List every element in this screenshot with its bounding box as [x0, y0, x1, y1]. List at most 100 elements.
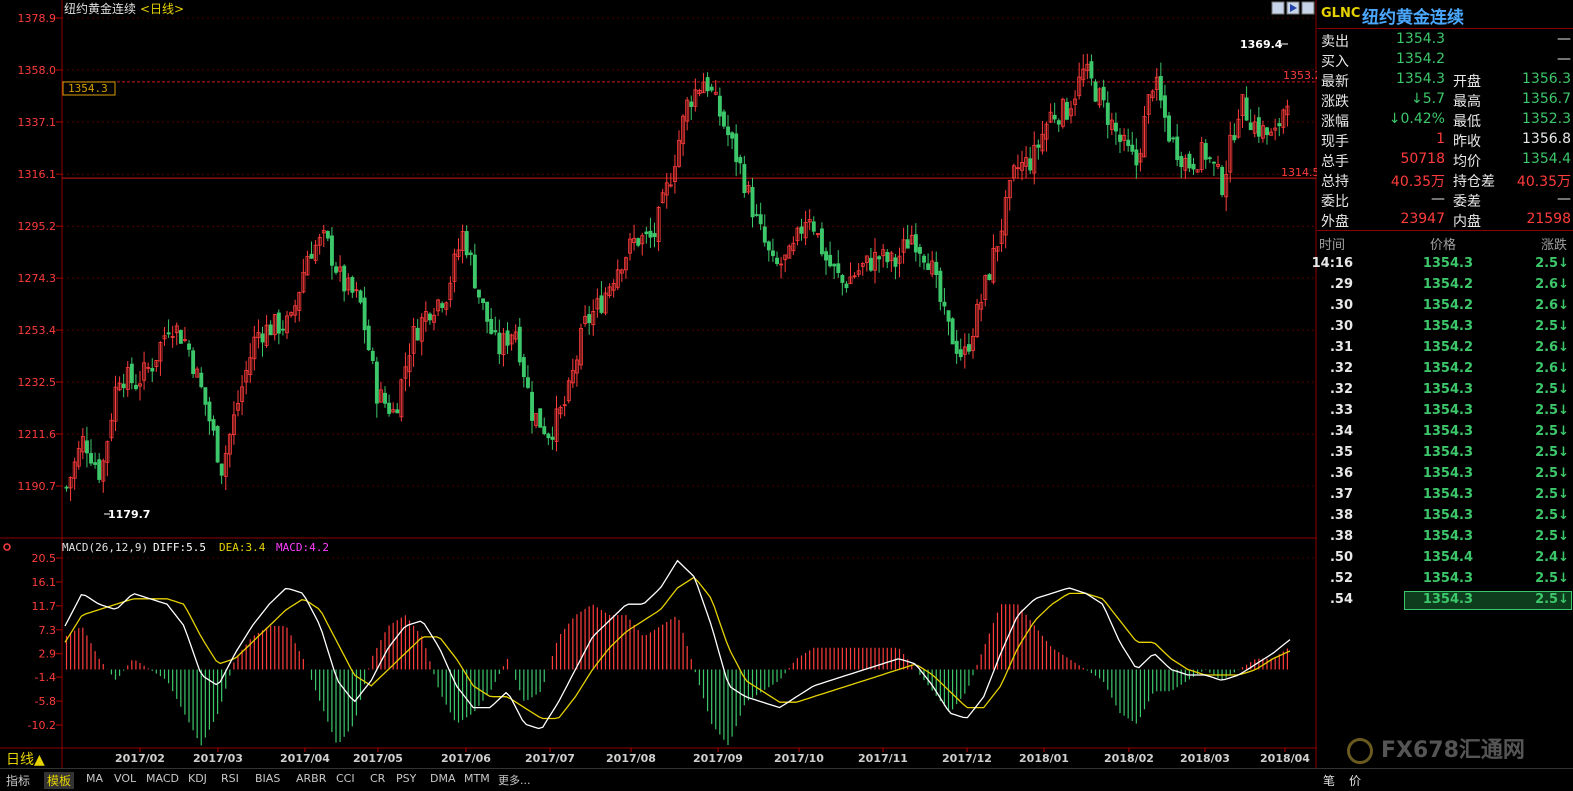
indicator-tab-1[interactable]: 模板 [44, 772, 75, 789]
candle-body [150, 368, 155, 372]
quote-label: 总持 [1321, 174, 1349, 190]
candle-body [1056, 120, 1061, 125]
candle-body [1036, 144, 1041, 148]
candle-body [1052, 114, 1057, 120]
quote-value: ↓0.42% [1388, 111, 1445, 127]
macd-diff: DIFF:5.5 [153, 541, 206, 554]
candle-body [268, 324, 273, 336]
symbol-code: GLNC [1321, 6, 1361, 21]
indicator-tab-5[interactable]: KDJ [188, 772, 207, 785]
candle-body [374, 361, 379, 404]
candle-body [358, 290, 363, 303]
indicator-tab-14[interactable]: 更多... [498, 772, 531, 788]
tick-time: .38 [1329, 508, 1353, 523]
quote-value-2: 1356.7 [1522, 91, 1571, 107]
tick-row: .54 1354.3 2.5↓ [1317, 590, 1573, 611]
tick-change: 2.6↓ [1535, 277, 1569, 292]
candle-body [415, 327, 420, 341]
tick-price: 1354.3 [1422, 571, 1473, 586]
tick-time: .31 [1329, 340, 1353, 355]
indicator-tab-7[interactable]: BIAS [255, 772, 280, 785]
candle-body [485, 301, 490, 322]
indicator-tab-9[interactable]: CCI [336, 772, 355, 785]
indicator-tab-10[interactable]: CR [370, 772, 385, 785]
candle-body [1171, 137, 1176, 140]
candle-body [750, 187, 755, 218]
tick-time: .32 [1329, 382, 1353, 397]
indicator-tab-4[interactable]: MACD [146, 772, 179, 785]
candle-body [730, 132, 735, 139]
tick-row: .29 1354.2 2.6↓ [1317, 275, 1573, 296]
tick-time: 14:16 [1311, 256, 1353, 271]
quote-value: ↓5.7 [1411, 91, 1445, 107]
zoom-in-icon[interactable] [1271, 1, 1285, 15]
quote-row: 最新 1354.3 开盘 1356.3 [1317, 70, 1573, 90]
tick-header-price: 价格 [1430, 238, 1457, 253]
candle-body [211, 419, 216, 431]
macd-tick-label: 16.1 [32, 576, 57, 589]
tick-row: .37 1354.3 2.5↓ [1317, 485, 1573, 506]
indicator-tab-6[interactable]: RSI [221, 772, 239, 785]
date-tick-label: 2017/09 [693, 752, 743, 765]
indicator-tab-2[interactable]: MA [86, 772, 103, 785]
period-button[interactable]: 日线▲ [6, 752, 45, 768]
candle-body [1187, 153, 1192, 169]
candle-body [1126, 139, 1131, 146]
window-icon[interactable] [1301, 1, 1315, 15]
candle-body [652, 233, 657, 238]
quote-label: 总手 [1321, 154, 1349, 170]
chart-canvas[interactable]: 纽约黄金连续 <日线> 1378.9 1358.0 1337.1 1316.1 1295… [0, 0, 1317, 768]
tick-time: .38 [1329, 529, 1353, 544]
tick-price: 1354.3 [1422, 319, 1473, 334]
tick-change: 2.5↓ [1535, 403, 1569, 418]
indicator-tab-8[interactable]: ARBR [296, 772, 326, 785]
candle-body [468, 252, 473, 255]
tick-price: 1354.4 [1422, 550, 1473, 565]
quote-value-2: 1354.4 [1522, 151, 1571, 167]
candle-body [464, 231, 469, 256]
tick-change: 2.6↓ [1535, 340, 1569, 355]
candle-body [726, 126, 730, 136]
tick-time: .37 [1329, 487, 1353, 502]
candle-body [207, 401, 212, 422]
tick-row: .38 1354.3 2.5↓ [1317, 527, 1573, 548]
quote-value-2: 1356.3 [1522, 71, 1571, 87]
quote-value-2: 1352.3 [1522, 111, 1571, 127]
candle-body [942, 301, 947, 307]
indicator-tab-0[interactable]: 指标 [6, 772, 30, 789]
candle-body [950, 318, 955, 345]
candle-body [497, 332, 502, 355]
candle-body [877, 256, 882, 260]
macd-tick-label: -5.8 [35, 695, 56, 708]
tick-change: 2.5↓ [1535, 571, 1569, 586]
candle-body [820, 228, 824, 255]
tab-trades[interactable]: 笔 [1323, 772, 1335, 789]
tick-time: .30 [1329, 319, 1353, 334]
tick-row: .30 1354.3 2.5↓ [1317, 317, 1573, 338]
candle-body [811, 221, 816, 232]
quote-row: 外盘 23947 内盘 21598 [1317, 210, 1573, 230]
candle-body [530, 391, 534, 421]
candle-body [134, 384, 138, 390]
indicator-tab-13[interactable]: MTM [464, 772, 490, 785]
macd-tick-label: 7.3 [39, 624, 57, 637]
quote-label-2: 昨收 [1453, 134, 1481, 150]
tick-price: 1354.3 [1422, 508, 1473, 523]
candle-body [1212, 161, 1216, 164]
candle-body [587, 314, 592, 324]
candle-body [325, 231, 330, 239]
candle-body [836, 263, 841, 274]
tab-price[interactable]: 价 [1349, 772, 1361, 789]
candle-body [1248, 122, 1253, 131]
quote-row: 总手 50718 均价 1354.4 [1317, 150, 1573, 170]
candle-body [1028, 158, 1033, 171]
indicator-tab-3[interactable]: VOL [114, 772, 136, 785]
tick-price: 1354.2 [1422, 298, 1473, 313]
tick-row: .35 1354.3 2.5↓ [1317, 443, 1573, 464]
tick-price: 1354.3 [1422, 466, 1473, 481]
indicator-tab-12[interactable]: DMA [430, 772, 456, 785]
ref-high-label: 1353.2 [1283, 69, 1317, 82]
candle-body [1158, 76, 1163, 101]
indicator-tab-11[interactable]: PSY [396, 772, 416, 785]
tick-price: 1354.3 [1422, 403, 1473, 418]
